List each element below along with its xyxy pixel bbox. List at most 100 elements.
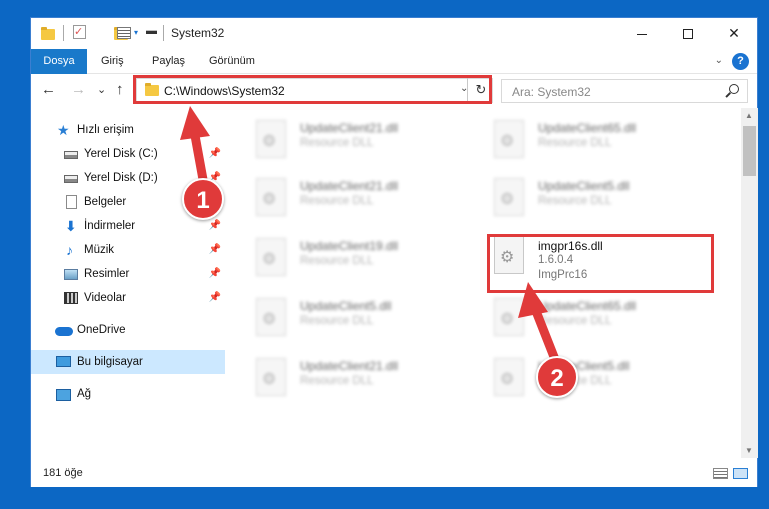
details-view-icon[interactable] xyxy=(713,468,728,479)
view-options-icon[interactable] xyxy=(117,27,131,39)
sidebar-item-pictures[interactable]: Resimler 📌 xyxy=(31,262,225,286)
file-name: UpdateClient21.dll xyxy=(300,359,399,373)
sidebar-item-local-disk-c[interactable]: Yerel Disk (C:) 📌 xyxy=(31,142,225,166)
dll-file-icon xyxy=(256,178,286,216)
status-bar: 181 öğe xyxy=(31,460,757,487)
minimize-icon xyxy=(637,33,647,35)
file-description: Resource DLL xyxy=(300,315,374,327)
disk-icon xyxy=(64,151,78,159)
sidebar-item-videos[interactable]: Videolar 📌 xyxy=(31,286,225,310)
file-item[interactable]: UpdateClient65.dll Resource DLL xyxy=(464,292,694,344)
file-name: UpdateClient5.dll xyxy=(300,299,392,313)
file-name: UpdateClient65.dll xyxy=(538,121,637,135)
vertical-scrollbar[interactable]: ▲ ▼ xyxy=(741,108,758,458)
qa-dropdown-icon[interactable]: ▾ xyxy=(134,28,138,37)
pin-icon[interactable]: 📌 xyxy=(209,286,221,310)
pictures-icon xyxy=(64,269,78,280)
sidebar-item-label: Müzik xyxy=(84,244,115,256)
pin-icon[interactable]: 📌 xyxy=(209,238,221,262)
dll-file-icon xyxy=(256,358,286,396)
document-icon xyxy=(66,195,77,209)
cloud-icon xyxy=(55,327,73,336)
sidebar-item-label: Belgeler xyxy=(84,196,127,208)
sidebar-item-this-pc[interactable]: Bu bilgisayar xyxy=(31,350,225,374)
tab-file[interactable]: Dosya xyxy=(31,49,87,74)
file-name: UpdateClient65.dll xyxy=(538,299,637,313)
minimize-button[interactable] xyxy=(619,18,665,49)
file-list: UpdateClient21.dll Resource DLL UpdateCl… xyxy=(226,108,741,458)
scroll-down-icon[interactable]: ▼ xyxy=(745,446,753,455)
recent-locations-button[interactable]: ⌄ xyxy=(97,83,106,96)
sidebar-item-label: Yerel Disk (C:) xyxy=(84,148,158,160)
sidebar-item-label: Hızlı erişim xyxy=(77,124,134,136)
explorer-window: ✓ ▾ ▬ System32 ✕ Dosya Giriş Paylaş Görü… xyxy=(30,17,758,487)
file-description: Resource DLL xyxy=(538,315,612,327)
scroll-up-icon[interactable]: ▲ xyxy=(745,111,753,120)
ribbon: Dosya Giriş Paylaş Görünüm ⌄ ? xyxy=(31,49,757,74)
back-button[interactable]: ← xyxy=(41,81,56,98)
sidebar-item-label: OneDrive xyxy=(77,324,126,336)
tab-view[interactable]: Görünüm xyxy=(197,49,267,74)
file-item[interactable]: UpdateClient19.dll Resource DLL xyxy=(226,232,456,284)
search-icon[interactable] xyxy=(729,84,739,94)
file-item[interactable]: UpdateClient5.dll Resource DLL xyxy=(226,292,456,344)
item-count: 181 öğe xyxy=(43,467,83,479)
dll-file-icon xyxy=(494,236,524,274)
close-button[interactable]: ✕ xyxy=(711,18,757,49)
sidebar-item-quick-access[interactable]: ★ Hızlı erişim xyxy=(31,118,225,142)
file-item[interactable]: UpdateClient5.dll Resource DLL xyxy=(464,172,694,224)
title-separator-2 xyxy=(163,25,164,41)
file-description: Resource DLL xyxy=(300,137,374,149)
download-icon: ⬇ xyxy=(65,218,77,234)
file-item[interactable]: UpdateClient21.dll Resource DLL xyxy=(226,114,456,166)
customize-toolbar-icon[interactable]: ▬ xyxy=(146,25,157,37)
tab-home[interactable]: Giriş xyxy=(89,49,136,74)
annotation-badge-1: 1 xyxy=(182,178,224,220)
sidebar-item-label: Bu bilgisayar xyxy=(77,356,143,368)
file-name: imgpr16s.dll xyxy=(538,239,603,253)
dll-file-icon xyxy=(494,178,524,216)
sidebar-item-onedrive[interactable]: OneDrive xyxy=(31,318,225,342)
dll-file-icon xyxy=(494,120,524,158)
file-description: Resource DLL xyxy=(300,255,374,267)
file-name: UpdateClient5.dll xyxy=(538,179,630,193)
ribbon-expand-icon[interactable]: ⌄ xyxy=(715,55,723,66)
search-input[interactable]: Ara: System32 xyxy=(512,85,591,99)
file-name: UpdateClient19.dll xyxy=(300,239,399,253)
properties-check-icon[interactable]: ✓ xyxy=(73,25,86,39)
music-icon: ♪ xyxy=(66,242,73,258)
search-box[interactable]: Ara: System32 xyxy=(501,79,748,103)
maximize-button[interactable] xyxy=(665,18,711,49)
dll-file-icon xyxy=(256,238,286,276)
tiles-view-icon[interactable] xyxy=(733,468,748,479)
dll-file-icon xyxy=(494,358,524,396)
file-item[interactable]: UpdateClient21.dll Resource DLL xyxy=(226,352,456,404)
forward-button[interactable]: → xyxy=(71,81,86,98)
file-item[interactable]: UpdateClient21.dll Resource DLL xyxy=(226,172,456,224)
help-icon[interactable]: ? xyxy=(732,53,749,70)
address-folder-icon xyxy=(145,83,159,96)
sidebar-item-label: Yerel Disk (D:) xyxy=(84,172,158,184)
file-item[interactable]: UpdateClient5.dll Resource DLL xyxy=(464,352,694,404)
pin-icon[interactable]: 📌 xyxy=(209,262,221,286)
sidebar-item-network[interactable]: Ağ xyxy=(31,382,225,406)
tab-share[interactable]: Paylaş xyxy=(140,49,197,74)
dll-file-icon xyxy=(256,120,286,158)
file-item[interactable]: UpdateClient65.dll Resource DLL xyxy=(464,114,694,166)
file-item-highlighted[interactable]: imgpr16s.dll 1.6.0.4 ImgPrc16 xyxy=(464,232,694,288)
file-description: Resource DLL xyxy=(300,195,374,207)
refresh-icon[interactable]: ↻ xyxy=(471,80,491,100)
sidebar-item-label: İndirmeler xyxy=(84,220,136,232)
sidebar-item-music[interactable]: ♪ Müzik 📌 xyxy=(31,238,225,262)
address-bar[interactable]: C:\Windows\System32 ⌄ xyxy=(136,78,493,103)
annotation-badge-2: 2 xyxy=(536,356,578,398)
pin-icon[interactable]: 📌 xyxy=(209,142,221,166)
file-description: Resource DLL xyxy=(300,375,374,387)
file-description: Resource DLL xyxy=(538,137,612,149)
sidebar-item-label: Ağ xyxy=(77,388,92,400)
videos-icon xyxy=(64,292,78,304)
address-path[interactable]: C:\Windows\System32 xyxy=(164,84,285,98)
up-button[interactable]: ↑ xyxy=(116,81,124,98)
sidebar-item-label: Resimler xyxy=(84,268,130,280)
scroll-thumb[interactable] xyxy=(743,126,756,176)
